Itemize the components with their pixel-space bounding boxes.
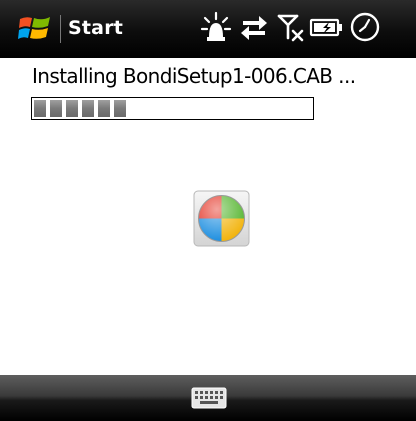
- progress-fill: [34, 100, 311, 117]
- progress-block: [50, 100, 62, 117]
- windows-flag-icon: [18, 17, 50, 39]
- keyboard-icon[interactable]: [191, 385, 227, 411]
- softkey-bar: [0, 375, 416, 421]
- title-separator: [60, 15, 61, 43]
- progress-block: [98, 100, 110, 117]
- connectivity-icon[interactable]: [239, 10, 269, 44]
- start-label: Start: [68, 17, 124, 39]
- progress-block: [66, 100, 78, 117]
- install-status-text: Installing BondiSetup1-006.CAB ...: [32, 64, 356, 88]
- start-button[interactable]: Start: [0, 0, 126, 58]
- progress-block: [114, 100, 126, 117]
- signal-off-icon[interactable]: [276, 10, 304, 44]
- clock-icon[interactable]: [348, 10, 382, 44]
- progress-block: [82, 100, 94, 117]
- busy-spinner-icon: [193, 190, 250, 247]
- title-bar: Start: [0, 0, 416, 58]
- install-progress-bar: [31, 97, 314, 120]
- battery-charging-icon[interactable]: [309, 10, 345, 44]
- progress-block: [34, 100, 46, 117]
- screen: Start Installing BondiSetup1-006.CAB ...: [0, 0, 416, 421]
- notification-icon[interactable]: [200, 10, 232, 44]
